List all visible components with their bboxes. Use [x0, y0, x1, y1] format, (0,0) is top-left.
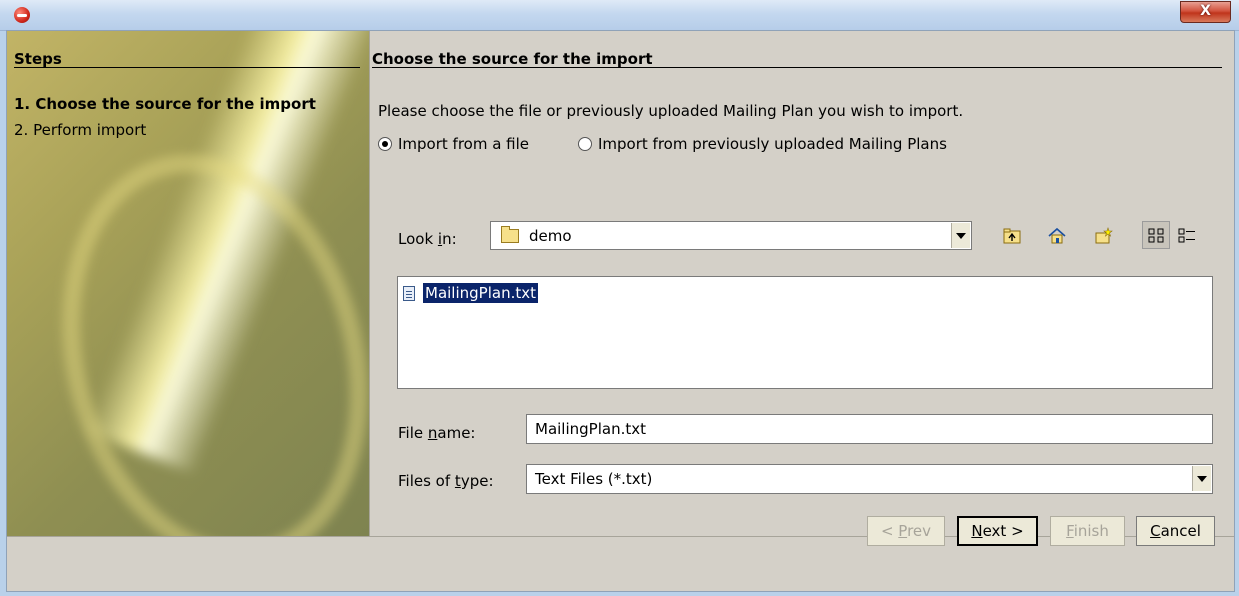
file-name-input[interactable]: MailingPlan.txt — [526, 414, 1213, 444]
next-button[interactable]: Next > — [957, 516, 1038, 546]
file-list[interactable]: MailingPlan.txt — [397, 276, 1213, 389]
radio-button[interactable] — [578, 137, 592, 151]
radio-label: Import from previously uploaded Mailing … — [598, 135, 947, 153]
instruction-text: Please choose the file or previously upl… — [378, 102, 964, 120]
new-folder-icon — [1095, 227, 1113, 244]
look-in-label: Look in: — [398, 230, 457, 248]
up-one-level-button[interactable] — [997, 221, 1025, 249]
folder-icon — [501, 226, 519, 243]
folder-up-icon — [1003, 228, 1021, 244]
list-item[interactable]: MailingPlan.txt — [403, 282, 539, 304]
finish-button[interactable]: Finish — [1050, 516, 1125, 546]
file-name-label: File name: — [398, 424, 476, 442]
decorative-swirl — [18, 119, 369, 536]
details-view-button[interactable] — [1172, 221, 1200, 249]
home-button[interactable] — [1042, 221, 1070, 249]
title-divider — [372, 67, 1222, 68]
list-view-button[interactable] — [1142, 221, 1170, 249]
app-icon — [14, 7, 30, 23]
home-icon — [1048, 227, 1066, 244]
radio-label: Import from a file — [398, 135, 530, 153]
steps-divider — [14, 67, 360, 68]
radio-import-from-uploaded[interactable]: Import from previously uploaded Mailing … — [578, 135, 947, 153]
title-bar[interactable]: X — [0, 0, 1239, 31]
create-new-folder-button[interactable] — [1089, 221, 1117, 249]
step-item-choose-source: 1. Choose the source for the import — [14, 95, 316, 113]
prev-button[interactable]: < Prev — [867, 516, 945, 546]
close-icon: X — [1200, 3, 1211, 19]
radio-button-checked[interactable] — [378, 137, 392, 151]
window-close-button[interactable]: X — [1180, 1, 1231, 23]
radio-import-from-file[interactable]: Import from a file — [378, 135, 529, 153]
details-view-icon — [1178, 228, 1195, 243]
files-of-type-combobox[interactable]: Text Files (*.txt) — [526, 464, 1213, 494]
look-in-value: demo — [529, 227, 572, 245]
file-name: MailingPlan.txt — [422, 282, 539, 304]
step-item-perform-import: 2. Perform import — [14, 121, 147, 139]
look-in-combobox[interactable]: demo — [490, 221, 972, 250]
list-view-icon — [1148, 228, 1164, 243]
chevron-down-icon[interactable] — [951, 223, 970, 248]
files-of-type-value: Text Files (*.txt) — [535, 470, 653, 488]
files-of-type-label: Files of type: — [398, 472, 494, 490]
steps-title: Steps — [14, 50, 62, 68]
cancel-button[interactable]: Cancel — [1136, 516, 1215, 546]
chevron-down-icon[interactable] — [1192, 466, 1211, 491]
text-file-icon — [403, 285, 415, 301]
page-title: Choose the source for the import — [372, 50, 653, 68]
